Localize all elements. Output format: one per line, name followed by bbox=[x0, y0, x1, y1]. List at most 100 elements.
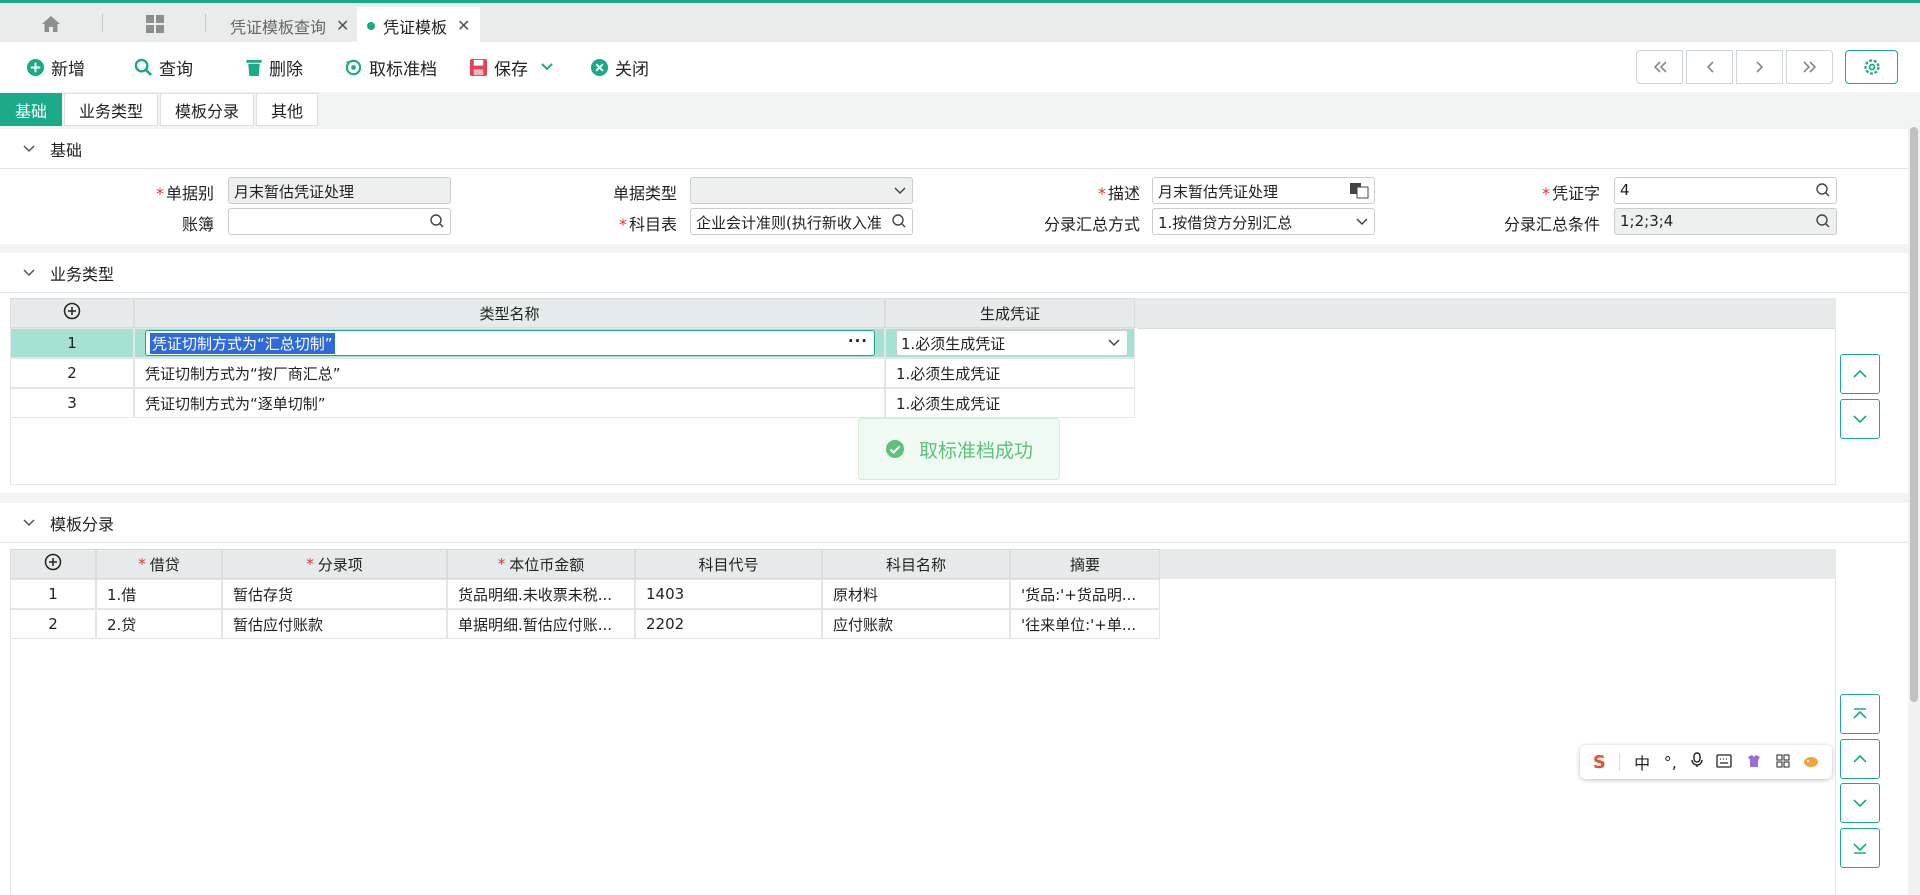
row-number: 2 bbox=[10, 358, 134, 388]
table-row[interactable]: 凭证切制方式为“汇总切制” ··· bbox=[134, 328, 885, 358]
description-label: * 描述 bbox=[1097, 184, 1140, 203]
gen-voucher-value: 1.必须生成凭证 bbox=[901, 334, 1006, 353]
amount-cell[interactable]: 单据明细.暂估应付账... bbox=[447, 609, 635, 639]
debit-credit-cell[interactable]: 2.贷 bbox=[96, 609, 222, 639]
col-account-name: 科目名称 bbox=[822, 549, 1010, 579]
last-record-button[interactable] bbox=[1786, 50, 1833, 84]
summary-mode-select[interactable]: 1.按借贷方分别汇总 bbox=[1152, 208, 1375, 235]
move-bottom-button[interactable] bbox=[1840, 828, 1880, 868]
new-label: 新增 bbox=[51, 59, 85, 80]
memo-cell[interactable]: '往来单位:'+单... bbox=[1010, 609, 1160, 639]
add-row-icon[interactable] bbox=[63, 302, 81, 324]
col-entry-item: * 分录项 bbox=[222, 549, 447, 579]
memo-cell[interactable]: '货品:'+货品明... bbox=[1010, 579, 1160, 609]
close-icon[interactable]: ✕ bbox=[336, 16, 349, 35]
voucher-word-label: * 凭证字 bbox=[1541, 184, 1600, 203]
table-row[interactable]: 1.必须生成凭证 bbox=[885, 328, 1135, 358]
top-tab-bar: 凭证模板查询 ✕ 凭证模板 ✕ bbox=[0, 0, 1920, 44]
translate-icon[interactable] bbox=[1349, 182, 1369, 203]
col-type-name: 类型名称 bbox=[134, 298, 885, 328]
search-icon[interactable] bbox=[429, 213, 445, 233]
double-chevron-left-icon bbox=[1653, 61, 1667, 73]
query-button[interactable]: 查询 bbox=[134, 54, 193, 80]
move-up-button[interactable] bbox=[1840, 739, 1880, 779]
chevron-up-icon bbox=[1853, 754, 1867, 763]
sogou-logo-icon[interactable]: S bbox=[1593, 752, 1606, 773]
col-debit-credit: * 借贷 bbox=[96, 549, 222, 579]
description-field[interactable]: 月末暂估凭证处理 bbox=[1152, 177, 1375, 204]
search-icon[interactable] bbox=[1815, 182, 1831, 202]
account-chart-field[interactable]: 企业会计准则(执行新收入准 bbox=[690, 208, 913, 235]
subtab-other[interactable]: 其他 bbox=[256, 93, 319, 126]
type-name-editor[interactable]: 凭证切制方式为“汇总切制” ··· bbox=[145, 330, 875, 356]
section-title: 基础 bbox=[50, 140, 83, 160]
search-icon bbox=[134, 58, 153, 76]
subtab-basic[interactable]: 基础 bbox=[0, 93, 63, 126]
prev-record-button[interactable] bbox=[1686, 50, 1733, 84]
move-up-button[interactable] bbox=[1840, 354, 1880, 394]
divider bbox=[1619, 753, 1621, 771]
move-down-button[interactable] bbox=[1840, 783, 1880, 823]
tab-voucher-template[interactable]: 凭证模板 ✕ bbox=[357, 7, 481, 44]
amount-cell[interactable]: 货品明细.未收票未税... bbox=[447, 579, 635, 609]
check-circle-icon bbox=[885, 440, 904, 458]
more-icon[interactable]: ··· bbox=[848, 332, 868, 350]
add-row-icon[interactable] bbox=[44, 553, 62, 575]
delete-button[interactable]: 删除 bbox=[245, 54, 303, 80]
account-chart-label: * 科目表 bbox=[618, 215, 677, 234]
collapse-chevron-icon[interactable] bbox=[22, 268, 36, 278]
debit-credit-cell[interactable]: 1.借 bbox=[96, 579, 222, 609]
account-code-cell[interactable]: 1403 bbox=[635, 579, 822, 609]
doc-type-select[interactable] bbox=[690, 177, 913, 204]
account-name-cell[interactable]: 原材料 bbox=[822, 579, 1010, 609]
punctuation-icon[interactable]: °, bbox=[1664, 753, 1677, 772]
gen-voucher-cell[interactable]: 1.必须生成凭证 bbox=[885, 358, 1135, 388]
apps-grid-icon[interactable] bbox=[140, 11, 170, 37]
gen-voucher-cell[interactable]: 1.必须生成凭证 bbox=[885, 388, 1135, 418]
keyboard-icon[interactable] bbox=[1716, 753, 1732, 772]
collapse-chevron-icon[interactable] bbox=[22, 518, 36, 528]
voucher-word-field[interactable]: 4 bbox=[1614, 177, 1837, 204]
mascot-icon[interactable] bbox=[1803, 753, 1819, 772]
close-icon[interactable]: ✕ bbox=[457, 16, 470, 35]
close-button[interactable]: 关闭 bbox=[590, 54, 649, 80]
doc-kind-field[interactable]: 月末暂估凭证处理 bbox=[228, 177, 451, 204]
save-dropdown-button[interactable] bbox=[540, 54, 560, 80]
entry-item-cell[interactable]: 暂估存货 bbox=[222, 579, 447, 609]
account-name-cell[interactable]: 应付账款 bbox=[822, 609, 1010, 639]
settings-button[interactable] bbox=[1845, 50, 1898, 84]
move-down-button[interactable] bbox=[1840, 399, 1880, 439]
ime-mode[interactable]: 中 bbox=[1634, 750, 1650, 774]
move-top-button[interactable] bbox=[1840, 694, 1880, 734]
summary-cond-field[interactable]: 1;2;3;4 bbox=[1614, 208, 1837, 235]
home-icon[interactable] bbox=[36, 11, 66, 37]
collapse-chevron-icon[interactable] bbox=[22, 144, 36, 154]
save-button[interactable]: 保存 bbox=[469, 54, 528, 80]
gen-voucher-select[interactable]: 1.必须生成凭证 bbox=[896, 330, 1128, 356]
vertical-scrollbar[interactable] bbox=[1908, 127, 1920, 895]
type-name-cell[interactable]: 凭证切制方式为“逐单切制” bbox=[134, 388, 885, 418]
microphone-icon[interactable] bbox=[1690, 752, 1703, 772]
subtab-template-entry[interactable]: 模板分录 bbox=[160, 93, 255, 126]
unarchive-button[interactable]: 取标准档 bbox=[344, 54, 437, 80]
tab-voucher-template-query[interactable]: 凭证模板查询 ✕ bbox=[220, 7, 359, 44]
save-icon bbox=[469, 58, 488, 76]
apps-grid-icon[interactable] bbox=[1776, 753, 1790, 772]
chevron-up-icon bbox=[1853, 369, 1867, 378]
entry-item-cell[interactable]: 暂估应付账款 bbox=[222, 609, 447, 639]
first-record-button[interactable] bbox=[1636, 50, 1683, 84]
divider bbox=[205, 14, 206, 32]
type-name-cell[interactable]: 凭证切制方式为“按厂商汇总” bbox=[134, 358, 885, 388]
section-tabs: 基础 业务类型 模板分录 其他 bbox=[0, 92, 1920, 127]
new-button[interactable]: 新增 bbox=[26, 54, 85, 80]
subtab-business-type[interactable]: 业务类型 bbox=[64, 93, 159, 126]
doc-kind-label: * 单据别 bbox=[155, 184, 214, 203]
skin-icon[interactable] bbox=[1746, 753, 1762, 772]
next-record-button[interactable] bbox=[1736, 50, 1783, 84]
scrollbar-thumb[interactable] bbox=[1910, 127, 1918, 702]
search-icon[interactable] bbox=[891, 213, 907, 233]
account-code-cell[interactable]: 2202 bbox=[635, 609, 822, 639]
search-icon[interactable] bbox=[1815, 213, 1831, 233]
doc-type-label: 单据类型 bbox=[612, 184, 677, 203]
ledger-field[interactable] bbox=[228, 208, 451, 235]
